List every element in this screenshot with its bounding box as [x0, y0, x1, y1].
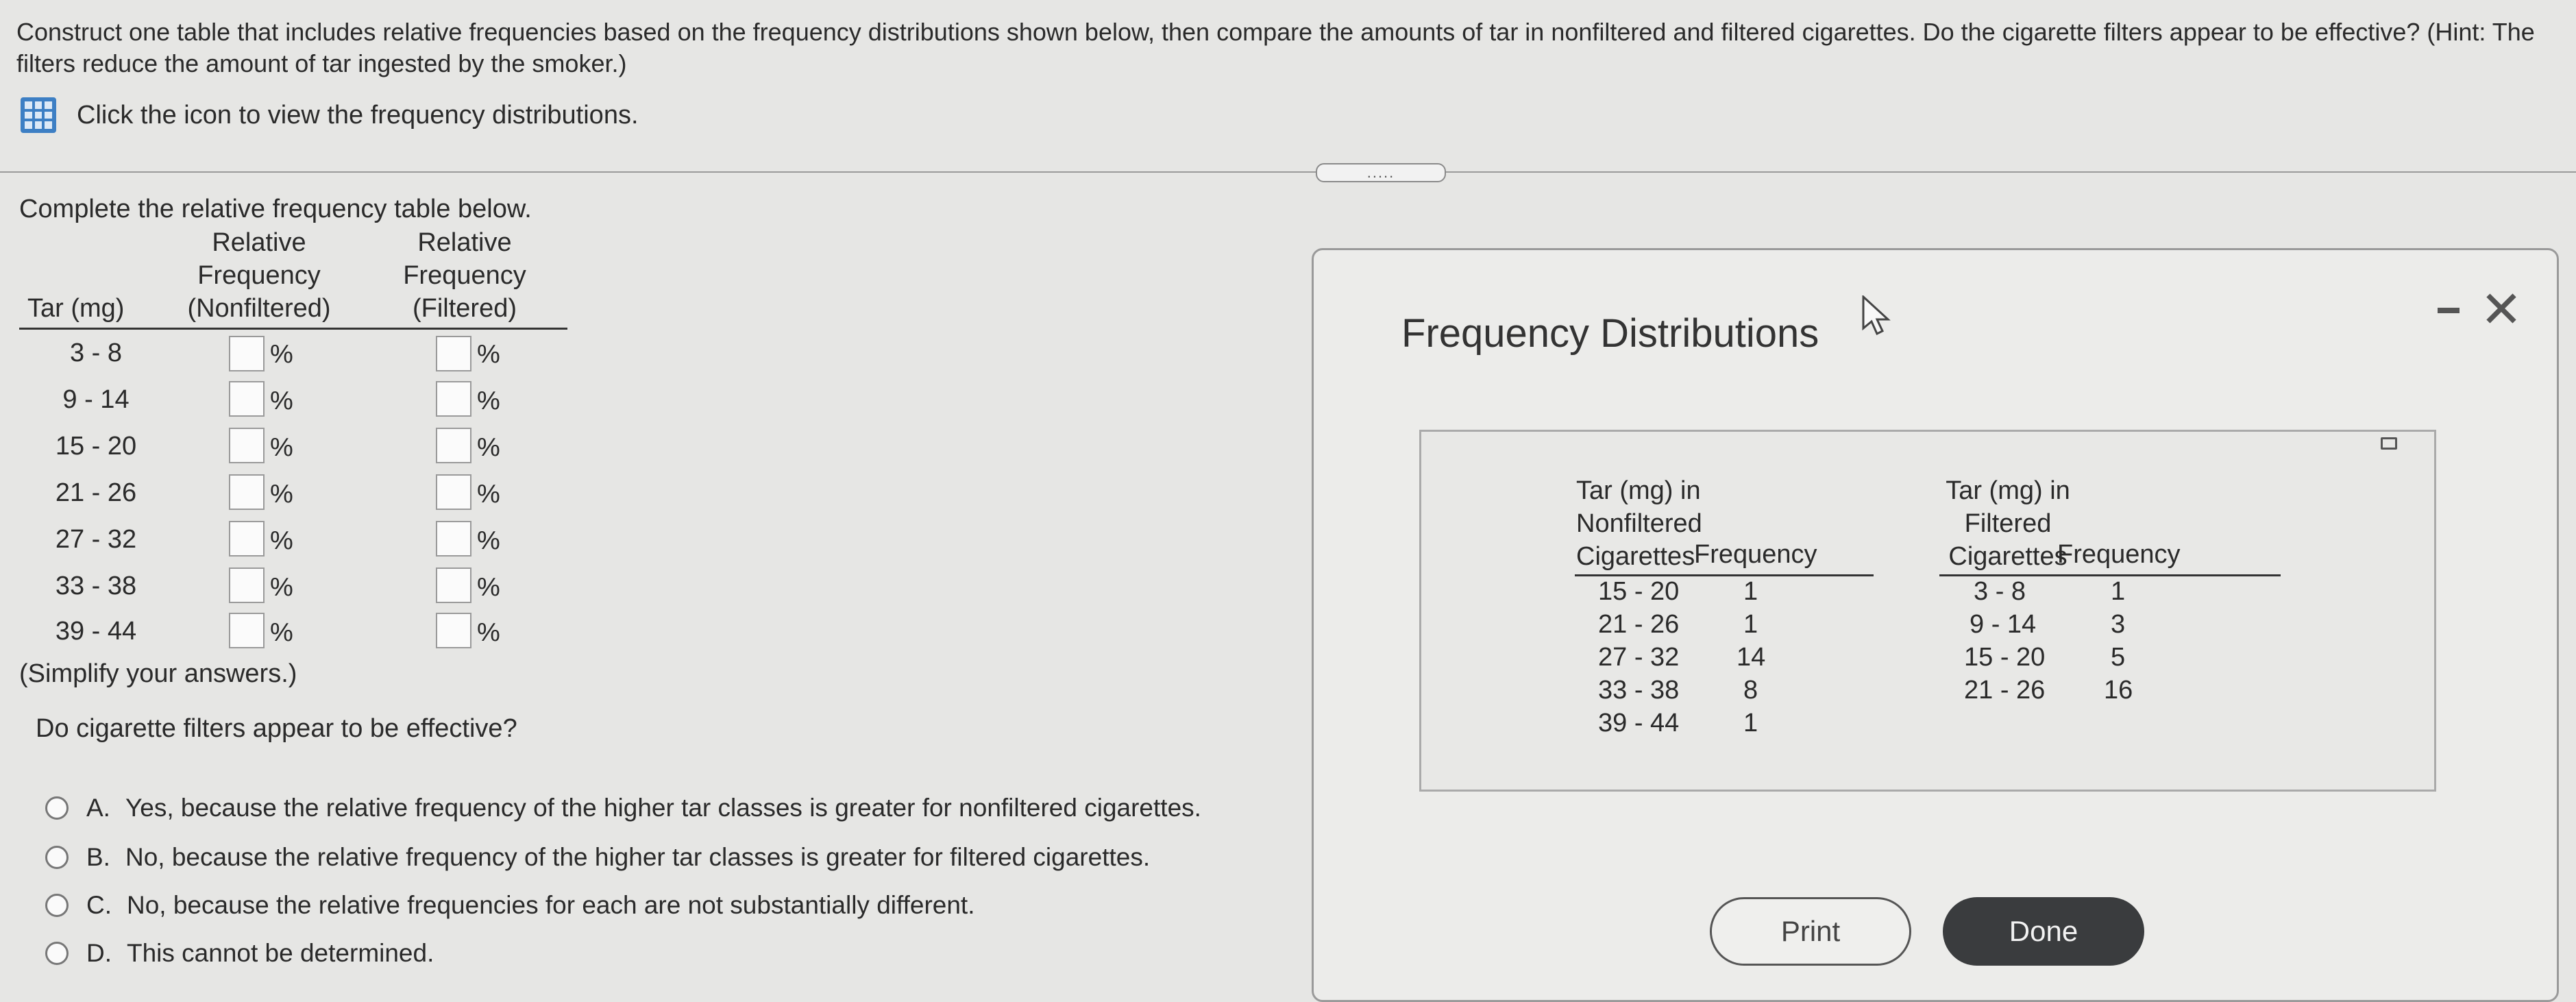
tar-class: 39 - 44	[55, 617, 137, 646]
tar-class: 9 - 14	[62, 385, 130, 414]
filtered-answer-input[interactable]	[436, 336, 471, 371]
header-nonfiltered: Relative Frequency (Nonfiltered)	[187, 228, 331, 323]
view-distributions-link[interactable]: Click the icon to view the frequency dis…	[21, 97, 639, 133]
table-header-rule	[19, 328, 567, 330]
nonfiltered-answer-input[interactable]	[229, 428, 265, 463]
filtered-tar-class: 21 - 26	[1964, 676, 2046, 705]
frequency-distributions-dialog: Frequency Distributions ✕ Tar (mg) in No…	[1312, 248, 2559, 1002]
nonfiltered-tar-class: 39 - 44	[1598, 709, 1680, 737]
nonfiltered-frequency: 1	[1743, 610, 1758, 639]
simplify-note: (Simplify your answers.)	[19, 659, 297, 688]
minimize-icon[interactable]	[2438, 308, 2460, 313]
radio-button[interactable]	[45, 942, 69, 965]
option-text: This cannot be determined.	[127, 939, 434, 967]
option-text: Yes, because the relative frequency of t…	[125, 794, 1201, 822]
option-a[interactable]: A. Yes, because the relative frequency o…	[45, 791, 1201, 825]
nonfiltered-tar-class: 33 - 38	[1598, 676, 1680, 705]
percent-sign: %	[270, 480, 293, 509]
nonfiltered-frequency: 8	[1743, 676, 1758, 705]
instruction-text: Complete the relative frequency table be…	[19, 195, 532, 223]
option-letter: B.	[86, 843, 110, 871]
filtered-frequency-header: Frequency	[2057, 540, 2181, 569]
filtered-answer-input[interactable]	[436, 567, 471, 603]
view-distributions-label[interactable]: Click the icon to view the frequency dis…	[77, 101, 639, 130]
filtered-answer-input[interactable]	[436, 521, 471, 557]
radio-button[interactable]	[45, 894, 69, 917]
nonfiltered-frequency: 14	[1737, 643, 1766, 672]
filtered-frequency: 1	[2111, 577, 2126, 606]
option-letter: D.	[86, 939, 112, 967]
nonfiltered-answer-input[interactable]	[229, 336, 265, 371]
nonfiltered-frequency: 1	[1743, 709, 1758, 737]
nonfiltered-header-rule	[1575, 574, 1874, 576]
radio-button[interactable]	[45, 846, 69, 869]
filtered-tar-class: 9 - 14	[1970, 610, 2037, 639]
percent-sign: %	[270, 387, 293, 415]
close-icon[interactable]: ✕	[2480, 284, 2523, 335]
filtered-tar-header: Tar (mg) in Filtered Cigarettes	[1946, 476, 2070, 571]
percent-sign: %	[477, 573, 500, 602]
header-filtered: Relative Frequency (Filtered)	[403, 228, 526, 323]
nonfiltered-frequency-header: Frequency	[1694, 540, 1817, 569]
filtered-answer-input[interactable]	[436, 613, 471, 648]
mouse-cursor-icon	[1862, 295, 1891, 336]
tar-class: 33 - 38	[55, 572, 137, 600]
option-letter: C.	[86, 891, 112, 919]
panel-resize-handle[interactable]: .....	[1316, 163, 1446, 182]
percent-sign: %	[270, 433, 293, 462]
percent-sign: %	[270, 526, 293, 555]
nonfiltered-tar-class: 27 - 32	[1598, 643, 1680, 672]
filtered-answer-input[interactable]	[436, 474, 471, 510]
filtered-frequency: 5	[2111, 643, 2126, 672]
header-tar: Tar (mg)	[27, 294, 125, 323]
copy-icon[interactable]	[2381, 437, 2397, 450]
option-letter: A.	[86, 794, 110, 822]
filtered-tar-class: 3 - 8	[1974, 577, 2026, 606]
frequency-table-box: Tar (mg) in Nonfiltered Cigarettes Frequ…	[1419, 430, 2436, 792]
print-button[interactable]: Print	[1710, 897, 1911, 966]
divider	[0, 171, 2576, 173]
tar-class: 27 - 32	[55, 525, 137, 554]
option-c[interactable]: C. No, because the relative frequencies …	[45, 888, 975, 922]
percent-sign: %	[477, 433, 500, 462]
tar-class: 15 - 20	[55, 432, 137, 461]
percent-sign: %	[270, 340, 293, 369]
option-d[interactable]: D. This cannot be determined.	[45, 936, 434, 970]
option-text: No, because the relative frequencies for…	[127, 891, 975, 919]
nonfiltered-tar-class: 21 - 26	[1598, 610, 1680, 639]
percent-sign: %	[270, 573, 293, 602]
percent-sign: %	[477, 618, 500, 647]
done-button[interactable]: Done	[1943, 897, 2144, 966]
percent-sign: %	[477, 340, 500, 369]
percent-sign: %	[270, 618, 293, 647]
nonfiltered-answer-input[interactable]	[229, 613, 265, 648]
filtered-frequency: 16	[2104, 676, 2133, 705]
nonfiltered-tar-class: 15 - 20	[1598, 577, 1680, 606]
nonfiltered-answer-input[interactable]	[229, 474, 265, 510]
nonfiltered-frequency: 1	[1743, 577, 1758, 606]
nonfiltered-answer-input[interactable]	[229, 521, 265, 557]
percent-sign: %	[477, 526, 500, 555]
effectiveness-question: Do cigarette filters appear to be effect…	[36, 714, 517, 743]
grid-icon[interactable]	[21, 97, 56, 133]
dialog-title: Frequency Distributions	[1401, 311, 1819, 356]
tar-class: 3 - 8	[69, 339, 123, 367]
nonfiltered-tar-header: Tar (mg) in Nonfiltered Cigarettes	[1576, 476, 1702, 571]
option-b[interactable]: B. No, because the relative frequency of…	[45, 840, 1150, 875]
filtered-answer-input[interactable]	[436, 381, 471, 417]
nonfiltered-answer-input[interactable]	[229, 381, 265, 417]
percent-sign: %	[477, 387, 500, 415]
percent-sign: %	[477, 480, 500, 509]
tar-class: 21 - 26	[55, 478, 137, 507]
nonfiltered-answer-input[interactable]	[229, 567, 265, 603]
option-text: No, because the relative frequency of th…	[125, 843, 1151, 871]
filtered-answer-input[interactable]	[436, 428, 471, 463]
question-text: Construct one table that includes relati…	[16, 18, 2535, 77]
radio-button[interactable]	[45, 796, 69, 820]
filtered-frequency: 3	[2111, 610, 2126, 639]
filtered-tar-class: 15 - 20	[1964, 643, 2046, 672]
filtered-header-rule	[1939, 574, 2281, 576]
